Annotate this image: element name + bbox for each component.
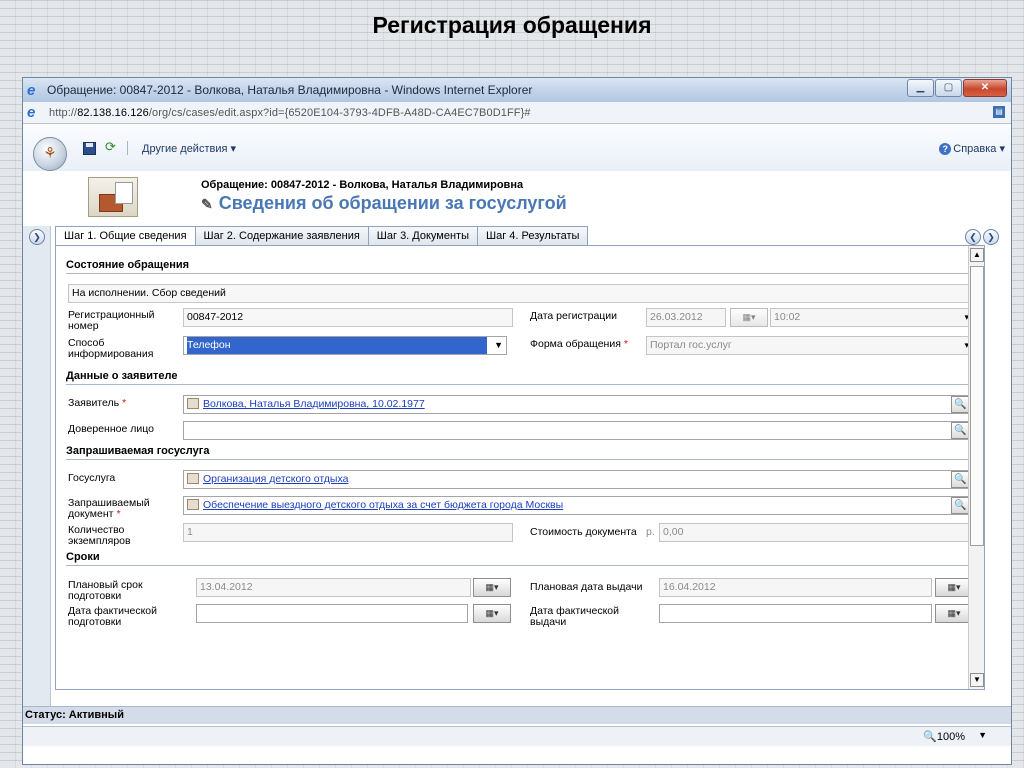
maximize-icon[interactable]: ▢: [935, 79, 962, 97]
help-icon: ?: [939, 143, 952, 155]
reg-number-label: Регистрационный номер: [68, 309, 155, 332]
form-content: Состояние обращения На исполнении. Сбор …: [55, 245, 985, 690]
appeal-form-label: Форма обращения *: [530, 338, 628, 350]
case-entity-icon: [88, 177, 138, 217]
tab-next-icon[interactable]: ❯: [983, 229, 999, 245]
scroll-down-icon[interactable]: ▼: [970, 673, 984, 687]
toolbar-separator: [127, 141, 128, 155]
calendar-icon[interactable]: ▦▾: [473, 604, 511, 623]
currency-symbol: р.: [646, 526, 655, 538]
info-method-label: Способ информирования: [68, 337, 154, 360]
planned-prep-field: 13.04.2012: [196, 578, 471, 597]
proxy-lookup[interactable]: [183, 421, 973, 440]
requested-doc-lookup[interactable]: Обеспечение выездного детского отдыха за…: [183, 496, 973, 515]
applicant-link[interactable]: Волкова, Наталья Владимировна, 10.02.197…: [203, 398, 425, 410]
more-actions-menu[interactable]: Другие действия ▾: [142, 142, 236, 155]
zoom-level[interactable]: 🔍100%: [923, 730, 965, 743]
info-method-select[interactable]: Телефон ▼: [183, 336, 507, 355]
actual-issue-label: Дата фактической выдачи: [530, 605, 620, 628]
form-scrollbar[interactable]: ▲ ▼: [968, 246, 984, 689]
scroll-thumb[interactable]: [970, 266, 984, 546]
form-title: ✎ Сведения об обращении за госуслугой: [201, 193, 567, 213]
left-nav-strip: [23, 226, 51, 706]
service-link[interactable]: Организация детского отдыха: [203, 473, 348, 485]
expand-nav-icon[interactable]: ❯: [29, 229, 45, 245]
crm-toolbar: ⚘ ⟳ Другие действия ▾ ? Справка ▾: [23, 125, 1011, 171]
section-applicant: Данные о заявителе: [66, 370, 974, 385]
document-icon: [187, 499, 199, 510]
slide-title: Регистрация обращения: [372, 12, 652, 38]
calendar-icon[interactable]: ▦▾: [473, 578, 511, 597]
chevron-down-icon[interactable]: ▼: [978, 730, 987, 740]
tab-step-1[interactable]: Шаг 1. Общие сведения: [55, 226, 196, 246]
tab-step-4[interactable]: Шаг 4. Результаты: [477, 226, 589, 245]
service-lookup[interactable]: Организация детского отдыха: [183, 470, 973, 489]
actual-issue-input[interactable]: [659, 604, 932, 623]
proxy-label: Доверенное лицо: [68, 423, 154, 435]
tab-step-3[interactable]: Шаг 3. Документы: [367, 226, 478, 245]
applicant-label: Заявитель *: [68, 397, 127, 409]
ie-logo-icon: e: [27, 81, 36, 99]
calendar-icon: ▦▾: [730, 308, 768, 327]
contact-icon: [187, 398, 199, 409]
title-bar: e Обращение: 00847-2012 - Волкова, Натал…: [23, 78, 1011, 102]
doc-cost-label: Стоимость документа: [530, 526, 637, 538]
section-terms: Сроки: [66, 551, 974, 566]
doc-cost-field: 0,00: [659, 523, 973, 542]
section-state: Состояние обращения: [66, 259, 974, 274]
window-controls: ▁ ▢ ✕: [906, 79, 1007, 97]
service-icon: [187, 473, 199, 484]
help-menu[interactable]: ? Справка ▾: [939, 142, 1005, 155]
ie-status-bar: 🔍100% ▼: [23, 726, 1011, 746]
reg-date-field: 26.03.2012: [646, 308, 726, 327]
section-service: Запрашиваемая госуслуга: [66, 445, 974, 460]
address-url[interactable]: http://82.138.16.126/org/cs/cases/edit.a…: [49, 107, 531, 119]
service-label: Госуслуга: [68, 472, 116, 484]
record-header: Обращение: 00847-2012 - Волкова, Наталья…: [23, 171, 1011, 226]
planned-issue-field: 16.04.2012: [659, 578, 932, 597]
reg-time-field: 10:02 ▾: [770, 308, 973, 327]
reg-date-label: Дата регистрации: [530, 310, 618, 322]
copies-field: 1: [183, 523, 513, 542]
record-status: Статус: Активный: [23, 706, 1011, 724]
window-title: Обращение: 00847-2012 - Волкова, Наталья…: [47, 83, 533, 97]
menu-orb-icon[interactable]: ⚘: [33, 137, 67, 171]
chevron-down-icon: ▾: [230, 143, 237, 155]
tab-prev-icon[interactable]: ❮: [965, 229, 981, 245]
scroll-up-icon[interactable]: ▲: [970, 248, 984, 262]
form-tabs: Шаг 1. Общие сведения Шаг 2. Содержание …: [55, 226, 1009, 246]
zoom-icon: 🔍: [923, 731, 937, 743]
browser-window: e Обращение: 00847-2012 - Волкова, Натал…: [22, 77, 1012, 765]
requested-doc-link[interactable]: Обеспечение выездного детского отдыха за…: [203, 499, 563, 511]
save-and-close-icon[interactable]: ⟳: [105, 139, 116, 155]
reg-number-field: 00847-2012: [183, 308, 513, 327]
record-title: Обращение: 00847-2012 - Волкова, Наталья…: [201, 179, 524, 191]
minimize-icon[interactable]: ▁: [907, 79, 934, 97]
compatibility-icon[interactable]: ▤: [993, 106, 1005, 118]
page-icon: e: [27, 104, 36, 121]
close-icon[interactable]: ✕: [963, 79, 1007, 97]
actual-prep-input[interactable]: [196, 604, 468, 623]
planned-issue-label: Плановая дата выдачи: [530, 581, 643, 593]
edit-note-icon: ✎: [201, 196, 213, 212]
appeal-form-select: Портал гос.услуг ▾: [646, 336, 973, 355]
requested-doc-label: Запрашиваемый документ *: [68, 497, 150, 520]
address-bar[interactable]: e http://82.138.16.126/org/cs/cases/edit…: [23, 102, 1011, 124]
status-field: На исполнении. Сбор сведений: [68, 284, 973, 303]
tab-step-2[interactable]: Шаг 2. Содержание заявления: [194, 226, 369, 245]
save-icon[interactable]: [83, 142, 96, 155]
applicant-lookup[interactable]: Волкова, Наталья Владимировна, 10.02.197…: [183, 395, 973, 414]
chevron-down-icon: ▾: [999, 143, 1005, 155]
copies-label: Количество экземпляров: [68, 524, 131, 547]
planned-prep-label: Плановый срок подготовки: [68, 579, 143, 602]
actual-prep-label: Дата фактической подготовки: [68, 605, 158, 628]
chevron-down-icon: ▼: [494, 340, 503, 350]
